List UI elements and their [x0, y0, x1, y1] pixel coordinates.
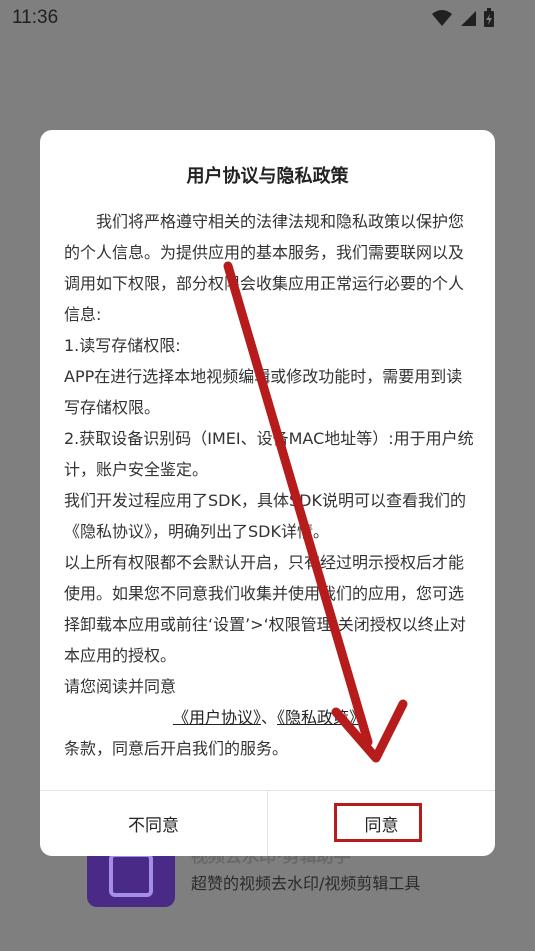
dialog-title: 用户协议与隐私政策: [186, 166, 349, 187]
closing-text: 条款，同意后开启我们的服务。: [64, 739, 289, 758]
agree-highlight-box: [334, 803, 422, 842]
paragraph: 1.读写存储权限:: [64, 336, 181, 355]
paragraph: 我们将严格遵守相关的法律法规和隐私政策以保护您的个人信息。为提供应用的基本服务，…: [64, 212, 465, 324]
app-subtitle: 超赞的视频去水印/视频剪辑工具: [191, 874, 421, 893]
user-agreement-link[interactable]: 《用户协议》: [173, 708, 261, 727]
status-time: 11:36: [12, 7, 59, 28]
privacy-policy-link[interactable]: 《隐私政策》: [277, 708, 365, 727]
disagree-button[interactable]: 不同意: [40, 791, 267, 856]
paragraph: 我们开发过程应用了SDK，具体SDK说明可以查看我们的《隐私协议》，明确列出了S…: [64, 491, 466, 541]
privacy-dialog: 用户协议与隐私政策 我们将严格遵守相关的法律法规和隐私政策以保护您的个人信息。为…: [40, 130, 495, 856]
paragraph: APP在进行选择本地视频编辑或修改功能时，需要用到读写存储权限。: [64, 367, 463, 417]
policy-links: 《用户协议》、《隐私政策》: [64, 702, 474, 733]
status-bar: 11:36: [0, 0, 535, 36]
paragraph: 2.获取设备识别码（IMEI、设备MAC地址等）:用于用户统计，账户安全鉴定。: [64, 429, 474, 479]
battery-charging-icon: [484, 8, 494, 27]
status-icons: [431, 8, 495, 28]
dialog-body: 我们将严格遵守相关的法律法规和隐私政策以保护您的个人信息。为提供应用的基本服务，…: [64, 206, 474, 764]
wifi-icon: [432, 10, 452, 26]
link-separator: 、: [260, 708, 277, 727]
scissors-icon: [109, 853, 153, 897]
paragraph: 请您阅读并同意: [64, 677, 177, 696]
paragraph: 以上所有权限都不会默认开启，只有经过明示授权后才能使用。如果您不同意我们收集并使…: [64, 553, 466, 665]
signal-icon: [461, 11, 476, 26]
background-app-card: 视频去水印·剪辑助手 超赞的视频去水印/视频剪辑工具: [0, 840, 535, 951]
